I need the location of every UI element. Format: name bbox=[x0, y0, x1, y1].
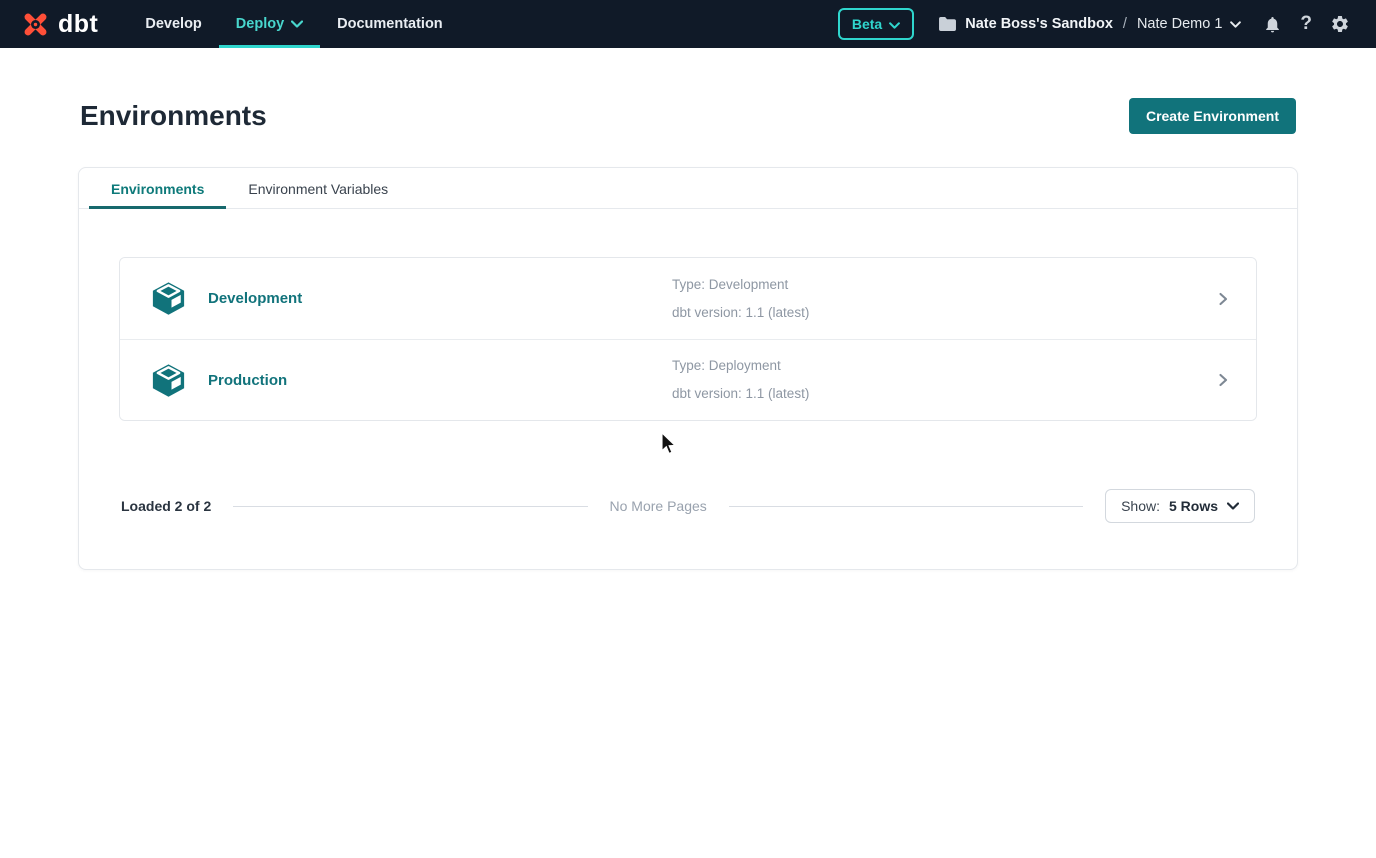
page-header: Environments Create Environment bbox=[78, 98, 1298, 134]
chevron-down-icon bbox=[889, 16, 900, 32]
tab-bar: Environments Environment Variables bbox=[79, 168, 1297, 209]
nav-item-develop[interactable]: Develop bbox=[128, 0, 218, 48]
page-title: Environments bbox=[80, 100, 267, 132]
environment-row-development[interactable]: Development Type: Development dbt versio… bbox=[120, 258, 1256, 339]
environment-dbt-version: dbt version: 1.1 (latest) bbox=[672, 380, 1216, 408]
environment-type: Type: Deployment bbox=[672, 352, 1216, 380]
gear-icon[interactable] bbox=[1328, 12, 1352, 36]
divider-line bbox=[729, 506, 1083, 507]
nav-item-documentation[interactable]: Documentation bbox=[320, 0, 460, 48]
loaded-count: Loaded 2 of 2 bbox=[121, 498, 211, 514]
tab-environment-variables[interactable]: Environment Variables bbox=[226, 168, 410, 208]
chevron-down-icon bbox=[291, 16, 303, 32]
help-icon[interactable]: ? bbox=[1298, 11, 1314, 37]
environment-name: Production bbox=[208, 372, 672, 389]
rows-per-page-dropdown[interactable]: Show: 5 Rows bbox=[1105, 489, 1255, 523]
dbt-logo-icon bbox=[20, 9, 51, 40]
brand-wordmark: dbt bbox=[58, 10, 98, 39]
project-switcher[interactable]: Nate Boss's Sandbox / Nate Demo 1 bbox=[938, 16, 1241, 32]
top-nav-bar: dbt Develop Deploy Documentation Beta Na… bbox=[0, 0, 1376, 48]
environment-cube-icon bbox=[150, 280, 187, 317]
top-nav-right: Beta Nate Boss's Sandbox / Nate Demo 1 ? bbox=[838, 0, 1376, 48]
environment-type: Type: Development bbox=[672, 271, 1216, 299]
beta-dropdown-button[interactable]: Beta bbox=[838, 8, 914, 40]
chevron-down-icon bbox=[1230, 21, 1241, 28]
environments-card: Environments Environment Variables Devel bbox=[78, 167, 1298, 570]
chevron-right-icon bbox=[1216, 292, 1230, 306]
project-name: Nate Demo 1 bbox=[1137, 16, 1222, 32]
environment-row-production[interactable]: Production Type: Deployment dbt version:… bbox=[120, 339, 1256, 420]
environment-name: Development bbox=[208, 290, 672, 307]
environment-meta: Type: Development dbt version: 1.1 (late… bbox=[672, 271, 1216, 327]
card-body: Development Type: Development dbt versio… bbox=[79, 209, 1297, 569]
no-more-pages-label: No More Pages bbox=[610, 498, 707, 514]
chevron-right-icon bbox=[1216, 373, 1230, 387]
pagination-bar: Loaded 2 of 2 No More Pages Show: 5 Rows bbox=[119, 489, 1257, 523]
environment-list: Development Type: Development dbt versio… bbox=[119, 257, 1257, 421]
account-name: Nate Boss's Sandbox bbox=[965, 16, 1113, 32]
nav-item-deploy[interactable]: Deploy bbox=[219, 0, 320, 48]
tab-environments[interactable]: Environments bbox=[89, 168, 226, 208]
chevron-down-icon bbox=[1227, 502, 1239, 510]
environments-page: Environments Create Environment Environm… bbox=[78, 48, 1298, 570]
folder-icon bbox=[938, 16, 957, 32]
environment-meta: Type: Deployment dbt version: 1.1 (lates… bbox=[672, 352, 1216, 408]
environment-dbt-version: dbt version: 1.1 (latest) bbox=[672, 299, 1216, 327]
main-nav: Develop Deploy Documentation bbox=[128, 0, 459, 48]
divider-line bbox=[233, 506, 587, 507]
dbt-brand[interactable]: dbt bbox=[20, 0, 98, 48]
notifications-bell-icon[interactable] bbox=[1261, 12, 1284, 37]
environment-cube-icon bbox=[150, 362, 187, 399]
breadcrumb-separator: / bbox=[1123, 16, 1127, 32]
create-environment-button[interactable]: Create Environment bbox=[1129, 98, 1296, 134]
